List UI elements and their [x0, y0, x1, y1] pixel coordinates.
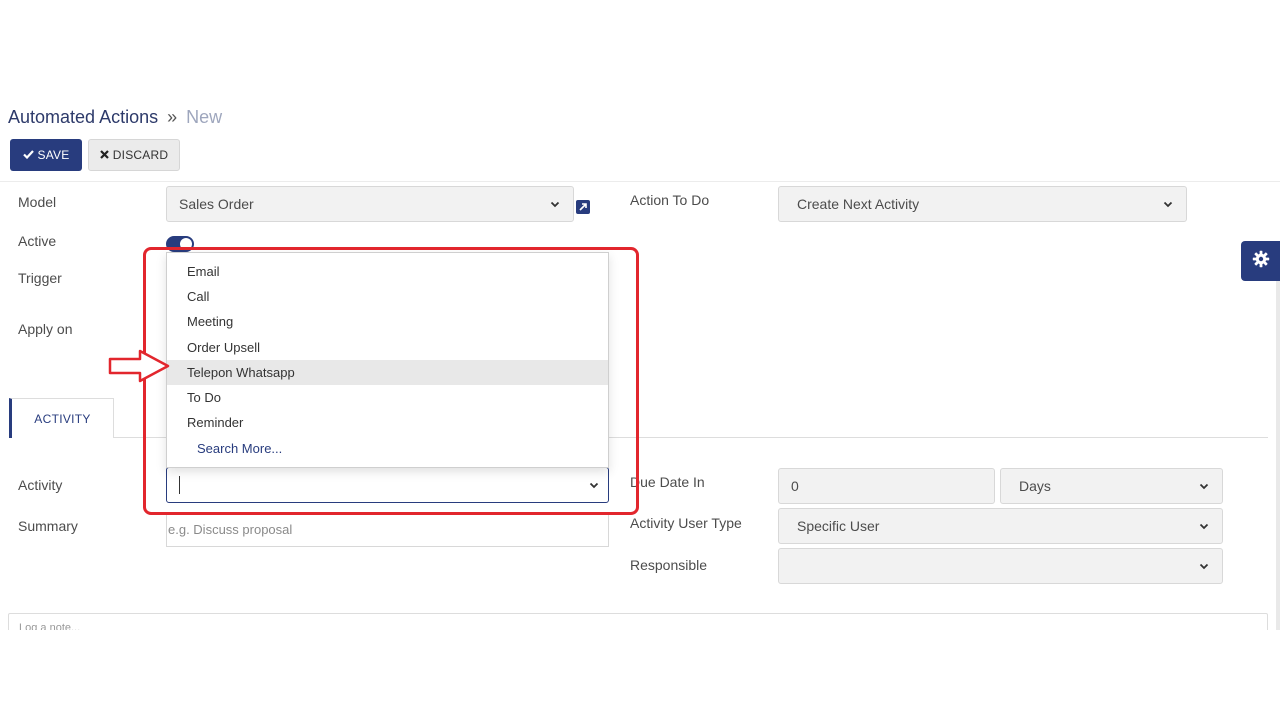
sheet-divider: [0, 181, 1280, 182]
form-view: Automated Actions » New SAVE DISCARD Mod…: [0, 92, 1280, 630]
discard-button[interactable]: DISCARD: [88, 139, 180, 171]
action-to-do-value: Create Next Activity: [797, 196, 920, 212]
model-value: Sales Order: [179, 196, 254, 212]
chevron-down-icon: [1198, 520, 1210, 532]
responsible-select[interactable]: [778, 548, 1223, 584]
chevron-down-icon: [1162, 198, 1174, 210]
activity-user-type-value: Specific User: [797, 518, 880, 534]
apply-on-label: Apply on: [18, 321, 73, 337]
trigger-label: Trigger: [18, 270, 62, 286]
settings-button[interactable]: [1241, 241, 1280, 281]
due-date-in-input[interactable]: 0: [778, 468, 995, 504]
tab-activity-label: ACTIVITY: [34, 411, 91, 426]
model-label: Model: [18, 194, 57, 210]
discard-label: DISCARD: [112, 148, 169, 162]
activity-user-type-select[interactable]: Specific User: [778, 508, 1223, 544]
chevron-down-icon: [1198, 480, 1210, 492]
due-date-unit-value: Days: [1019, 478, 1051, 494]
tab-activity[interactable]: ACTIVITY: [9, 398, 114, 438]
log-note-input[interactable]: Log a note...: [8, 613, 1268, 630]
active-label: Active: [18, 233, 57, 249]
external-link-icon[interactable]: [576, 200, 590, 214]
model-select[interactable]: Sales Order: [166, 186, 574, 222]
save-label: SAVE: [37, 148, 70, 162]
responsible-label: Responsible: [630, 557, 708, 573]
arrow-pointer-icon: [108, 348, 172, 389]
chevron-down-icon: [1198, 560, 1210, 572]
save-button[interactable]: SAVE: [10, 139, 82, 171]
activity-user-type-label: Activity User Type: [630, 515, 742, 531]
action-to-do-label: Action To Do: [630, 192, 710, 208]
times-icon: [100, 148, 109, 162]
log-note-placeholder: Log a note...: [19, 622, 81, 630]
summary-placeholder: e.g. Discuss proposal: [168, 521, 293, 537]
due-date-unit-select[interactable]: Days: [1000, 468, 1223, 504]
chevron-down-icon: [549, 198, 561, 210]
summary-label: Summary: [18, 518, 78, 534]
due-date-in-value: 0: [791, 478, 799, 494]
breadcrumb-current: New: [186, 107, 223, 127]
annotation-highlight-box: [143, 247, 639, 515]
scrollbar[interactable]: [1276, 281, 1280, 630]
check-icon: [22, 148, 34, 162]
activity-label: Activity: [18, 477, 63, 493]
breadcrumb-parent[interactable]: Automated Actions: [8, 107, 158, 127]
summary-input[interactable]: e.g. Discuss proposal: [166, 512, 609, 547]
breadcrumb: Automated Actions » New: [8, 107, 222, 128]
due-date-in-label: Due Date In: [630, 474, 705, 490]
breadcrumb-separator: »: [167, 107, 178, 127]
action-to-do-select[interactable]: Create Next Activity: [778, 186, 1187, 222]
gear-icon: [1252, 250, 1270, 273]
